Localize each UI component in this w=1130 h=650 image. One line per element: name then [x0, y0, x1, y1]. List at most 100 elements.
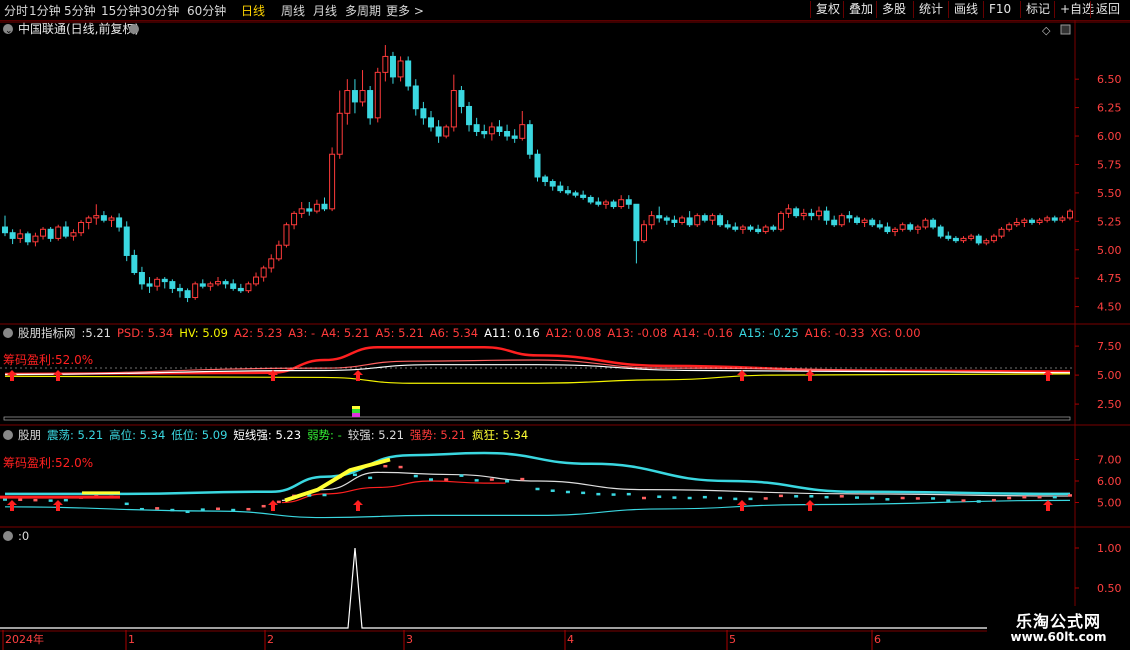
candle-body-97 — [739, 226, 746, 230]
price-panel-title: 中国联通(日线,前复权) — [18, 21, 139, 36]
candle-body-16 — [123, 226, 130, 256]
candle-body-117 — [892, 228, 899, 233]
p3-tick-label-0: 1.00 — [1097, 542, 1122, 555]
p1-header-5: A3: - — [288, 326, 315, 340]
candle-body-139 — [1059, 217, 1066, 221]
toolbar-button-5[interactable]: F10 — [983, 1, 1016, 18]
timeframe-tab-3[interactable]: 15分钟 — [101, 2, 140, 19]
candle-body-122 — [930, 219, 937, 228]
toolbar-button-2[interactable]: 多股 — [876, 1, 911, 18]
candle-65 — [496, 120, 503, 137]
candle-body-40 — [306, 208, 313, 212]
candle-body-18 — [138, 272, 145, 285]
timeframe-tab-2[interactable]: 5分钟 — [64, 2, 96, 19]
p1-header-13: A15: -0.25 — [739, 326, 799, 340]
timeframe-tab-0[interactable]: 分时 — [4, 2, 28, 19]
x-tick-label-4: 4 — [567, 633, 574, 646]
toolbar-button-0[interactable]: 复权 — [810, 1, 845, 18]
candle-body-95 — [724, 224, 731, 228]
toolbar-button-3[interactable]: 统计 — [913, 1, 948, 18]
panel2-mini-candle-26 — [200, 508, 205, 511]
p1-header-8: A6: 5.34 — [430, 326, 478, 340]
candle-134 — [1021, 217, 1028, 228]
candle-body-47 — [359, 90, 366, 103]
candle-41 — [313, 199, 320, 214]
panel2-mini-candle-42 — [322, 493, 327, 497]
toolbar-button-1[interactable]: 叠加 — [843, 1, 878, 18]
candle-16 — [123, 221, 130, 262]
candle-90 — [686, 211, 693, 228]
candle-99 — [755, 224, 762, 234]
candle-72 — [549, 179, 556, 191]
p1-series-3 — [4, 373, 1071, 384]
p1-header-14: A16: -0.33 — [805, 326, 865, 340]
timeframe-tab-10[interactable]: 更多 > — [386, 2, 424, 19]
candle-44 — [336, 90, 343, 159]
panel2-buy-arrow-2 — [268, 500, 278, 511]
candle-15 — [116, 213, 123, 232]
candle-body-14 — [108, 217, 115, 221]
p1-header-10: A12: 0.08 — [546, 326, 602, 340]
panel2-mini-candle-136 — [1037, 495, 1042, 499]
candle-27 — [207, 281, 214, 291]
candle-body-130 — [990, 235, 997, 242]
panel2-mini-candle-126 — [961, 499, 966, 502]
candle-body-136 — [1036, 219, 1043, 223]
candle-81 — [618, 195, 625, 209]
candle-body-30 — [230, 283, 237, 289]
candle-94 — [717, 213, 724, 228]
candle-35 — [268, 254, 275, 273]
p2-header-8: 疯狂: 5.34 — [472, 428, 528, 442]
candle-60 — [458, 86, 465, 114]
panel2-mini-candle-94 — [718, 496, 723, 500]
timeframe-tab-5[interactable]: 60分钟 — [187, 2, 226, 19]
candle-body-78 — [595, 201, 602, 205]
candle-68 — [519, 111, 526, 141]
candle-body-11 — [85, 217, 92, 223]
candle-body-58 — [443, 126, 450, 137]
candle-body-137 — [1044, 217, 1051, 221]
panel2-mini-candle-80 — [611, 493, 616, 496]
candle-106 — [808, 208, 815, 221]
panel2-mini-candle-76 — [581, 491, 586, 495]
p3-header: :0 — [18, 529, 29, 543]
candle-body-112 — [854, 217, 860, 223]
timeframe-tab-7[interactable]: 周线 — [281, 2, 305, 19]
candle-body-83 — [633, 203, 640, 242]
candle-body-29 — [222, 281, 229, 285]
candle-87 — [663, 215, 670, 225]
toolbar-button-8[interactable]: 返回 — [1090, 1, 1125, 18]
candle-25 — [192, 281, 199, 300]
candle-93 — [709, 213, 716, 225]
candle-body-108 — [823, 210, 830, 221]
candle-body-64 — [488, 126, 495, 135]
timeframe-tab-1[interactable]: 1分钟 — [29, 2, 61, 19]
candle-42 — [321, 197, 328, 212]
candle-53 — [405, 56, 412, 91]
candle-3 — [24, 231, 31, 246]
candle-body-123 — [937, 226, 944, 237]
candle-body-65 — [496, 126, 503, 132]
candle-body-94 — [717, 215, 724, 226]
candle-body-69 — [526, 124, 533, 155]
timeframe-tab-9[interactable]: 多周期 — [345, 2, 381, 19]
x-tick-label-1: 1 — [128, 633, 135, 646]
toolbar-button-6[interactable]: 标记 — [1020, 1, 1055, 18]
candle-body-56 — [428, 117, 434, 128]
p2-series-1 — [4, 499, 1071, 519]
candle-body-120 — [914, 226, 921, 230]
candle-body-129 — [983, 240, 990, 244]
timeframe-tab-8[interactable]: 月线 — [313, 2, 337, 19]
toolbar-button-4[interactable]: 画线 — [948, 1, 983, 18]
timeframe-tab-6[interactable]: 日线 — [241, 2, 265, 19]
candle-body-66 — [504, 130, 511, 137]
candle-51 — [389, 51, 396, 84]
candle-23 — [176, 283, 183, 298]
candle-body-5 — [40, 228, 47, 237]
candle-133 — [1013, 217, 1020, 228]
p1-header-0: 股朋指标网 — [18, 326, 76, 340]
candle-131 — [998, 227, 1005, 239]
candle-body-71 — [542, 176, 549, 183]
timeframe-tab-4[interactable]: 30分钟 — [140, 2, 179, 19]
panel2-mini-candle-22 — [170, 508, 175, 512]
